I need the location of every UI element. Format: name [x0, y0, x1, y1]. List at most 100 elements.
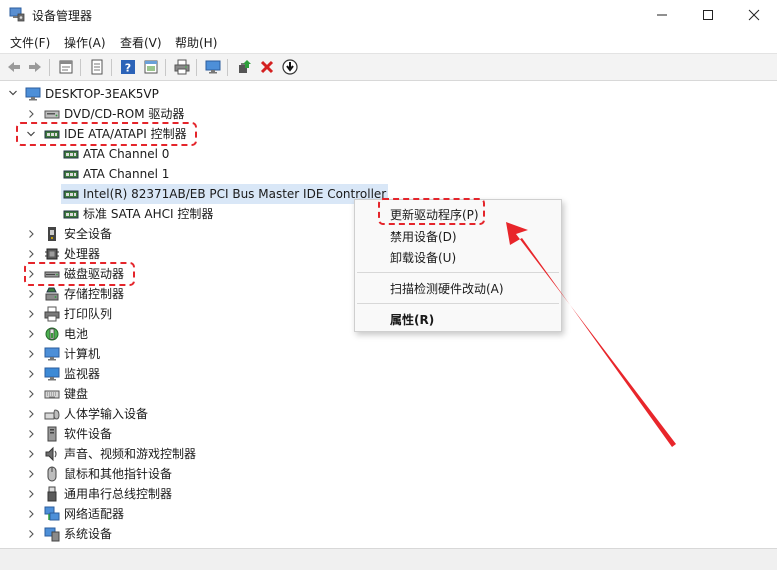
tree-item-label: 标准 SATA AHCI 控制器 — [83, 207, 214, 221]
device-manager-icon — [9, 7, 25, 22]
tree-item-ata-channel-1[interactable]: ATA Channel 1 — [63, 164, 169, 184]
context-item-uninstall-device[interactable]: 卸载设备(U) — [390, 249, 456, 266]
context-menu-separator — [357, 272, 559, 273]
help-icon: ? — [121, 60, 135, 75]
toolbar-separator — [227, 59, 228, 76]
chevron-right-icon[interactable] — [26, 389, 36, 399]
back-button[interactable] — [5, 58, 23, 76]
chevron-right-icon[interactable] — [26, 529, 36, 539]
close-icon — [748, 9, 760, 21]
tree-item-label: 键盘 — [64, 387, 89, 401]
context-menu-separator — [357, 303, 559, 304]
chevron-right-icon[interactable] — [26, 229, 36, 239]
menu-file[interactable]: 文件(F) — [10, 34, 50, 51]
context-item-properties[interactable]: 属性(R) — [390, 311, 434, 328]
network-adapter-icon — [44, 506, 60, 521]
chevron-right-icon[interactable] — [26, 269, 36, 279]
menu-bar: 文件(F) 操作(A) 查看(V) 帮助(H) — [0, 30, 777, 52]
scan-button[interactable] — [204, 58, 222, 76]
menu-action[interactable]: 操作(A) — [64, 34, 106, 51]
tree-item-ide-controller[interactable]: IDE ATA/ATAPI 控制器 — [44, 124, 187, 144]
tree-item-dvd[interactable]: DVD/CD-ROM 驱动器 — [44, 104, 184, 124]
chevron-right-icon[interactable] — [26, 449, 36, 459]
ide-channel-icon — [63, 170, 79, 179]
download-button[interactable] — [281, 58, 299, 76]
tree-item-print-queue[interactable]: 打印队列 — [44, 304, 112, 324]
chevron-right-icon[interactable] — [26, 429, 36, 439]
tree-item-keyboard[interactable]: 键盘 — [44, 384, 88, 404]
uninstall-icon — [260, 60, 274, 74]
tree-item-software-device[interactable]: 软件设备 — [44, 424, 112, 444]
tree-item-label: 软件设备 — [64, 427, 113, 441]
tree-item-storage-controller[interactable]: 存储控制器 — [44, 284, 124, 304]
minimize-button[interactable] — [639, 0, 685, 30]
show-hidden-button[interactable] — [88, 58, 106, 76]
forward-button[interactable] — [26, 58, 44, 76]
keyboard-icon — [44, 390, 60, 399]
tree-item-disk-drive[interactable]: 磁盘驱动器 — [44, 264, 124, 284]
tree-item-label: 监视器 — [64, 367, 101, 381]
maximize-button[interactable] — [685, 0, 731, 30]
tree-item-intel-ide-controller[interactable]: Intel(R) 82371AB/EB PCI Bus Master IDE C… — [61, 184, 389, 204]
chevron-right-icon[interactable] — [26, 369, 36, 379]
tree-item-network-adapter[interactable]: 网络适配器 — [44, 504, 124, 524]
properties-button[interactable] — [57, 58, 75, 76]
sound-icon — [45, 446, 57, 462]
chevron-right-icon[interactable] — [26, 469, 36, 479]
chevron-right-icon[interactable] — [26, 329, 36, 339]
tree-item-system-device[interactable]: 系统设备 — [44, 524, 112, 544]
help-button[interactable]: ? — [119, 58, 137, 76]
context-item-scan-hardware[interactable]: 扫描检测硬件改动(A) — [390, 280, 504, 297]
close-button[interactable] — [731, 0, 777, 30]
usb-icon — [47, 486, 57, 502]
ide-channel-icon — [63, 210, 79, 219]
tree-item-ata-channel-0[interactable]: ATA Channel 0 — [63, 144, 169, 164]
chevron-right-icon[interactable] — [26, 349, 36, 359]
tree-item-battery[interactable]: 电池 — [44, 324, 88, 344]
tree-item-mouse[interactable]: 鼠标和其他指针设备 — [44, 464, 172, 484]
tree-item-label: ATA Channel 0 — [83, 147, 170, 161]
properties-icon — [59, 60, 73, 74]
menu-help[interactable]: 帮助(H) — [175, 34, 217, 51]
action-button[interactable] — [142, 58, 160, 76]
tree-item-security[interactable]: 安全设备 — [44, 224, 112, 244]
context-item-disable-device[interactable]: 禁用设备(D) — [390, 228, 457, 245]
tree-item-computer[interactable]: 计算机 — [44, 344, 100, 364]
chevron-down-icon[interactable] — [26, 129, 36, 139]
chevron-right-icon[interactable] — [26, 249, 36, 259]
update-driver-button[interactable] — [235, 58, 253, 76]
tree-item-monitor[interactable]: 监视器 — [44, 364, 100, 384]
battery-icon — [45, 327, 59, 341]
tree-item-label: 人体学输入设备 — [64, 407, 149, 421]
chevron-right-icon[interactable] — [26, 409, 36, 419]
chevron-down-icon[interactable] — [8, 88, 18, 98]
toolbar-separator — [111, 59, 112, 76]
show-hidden-icon — [91, 59, 103, 75]
ide-channel-icon — [63, 150, 79, 159]
tree-root[interactable]: DESKTOP-3EAK5VP — [25, 84, 159, 104]
monitor-icon — [44, 367, 60, 381]
chevron-right-icon[interactable] — [26, 289, 36, 299]
tree-item-hid[interactable]: 人体学输入设备 — [44, 404, 148, 424]
menu-view[interactable]: 查看(V) — [120, 34, 162, 51]
context-item-update-driver[interactable]: 更新驱动程序(P) — [390, 206, 479, 223]
tree-item-usb[interactable]: 通用串行总线控制器 — [44, 484, 172, 504]
chevron-right-icon[interactable] — [26, 509, 36, 519]
chevron-right-icon[interactable] — [26, 489, 36, 499]
tree-item-processor[interactable]: 处理器 — [44, 244, 100, 264]
print-button[interactable] — [173, 58, 191, 76]
uninstall-button[interactable] — [258, 58, 276, 76]
print-queue-icon — [44, 306, 60, 322]
tree-root-label: DESKTOP-3EAK5VP — [45, 87, 159, 101]
monitor-icon — [205, 60, 221, 74]
storage-controller-icon — [45, 287, 59, 301]
chevron-right-icon[interactable] — [26, 309, 36, 319]
tree-item-label: 磁盘驱动器 — [64, 267, 125, 281]
context-menu: 更新驱动程序(P) 禁用设备(D) 卸载设备(U) 扫描检测硬件改动(A) 属性… — [354, 199, 562, 332]
tree-item-label: 系统设备 — [64, 527, 113, 541]
print-icon — [174, 59, 190, 75]
chevron-right-icon[interactable] — [26, 109, 36, 119]
tree-item-label: 处理器 — [64, 247, 101, 261]
tree-item-sata-ahci[interactable]: 标准 SATA AHCI 控制器 — [63, 204, 213, 224]
tree-item-sound[interactable]: 声音、视频和游戏控制器 — [44, 444, 196, 464]
